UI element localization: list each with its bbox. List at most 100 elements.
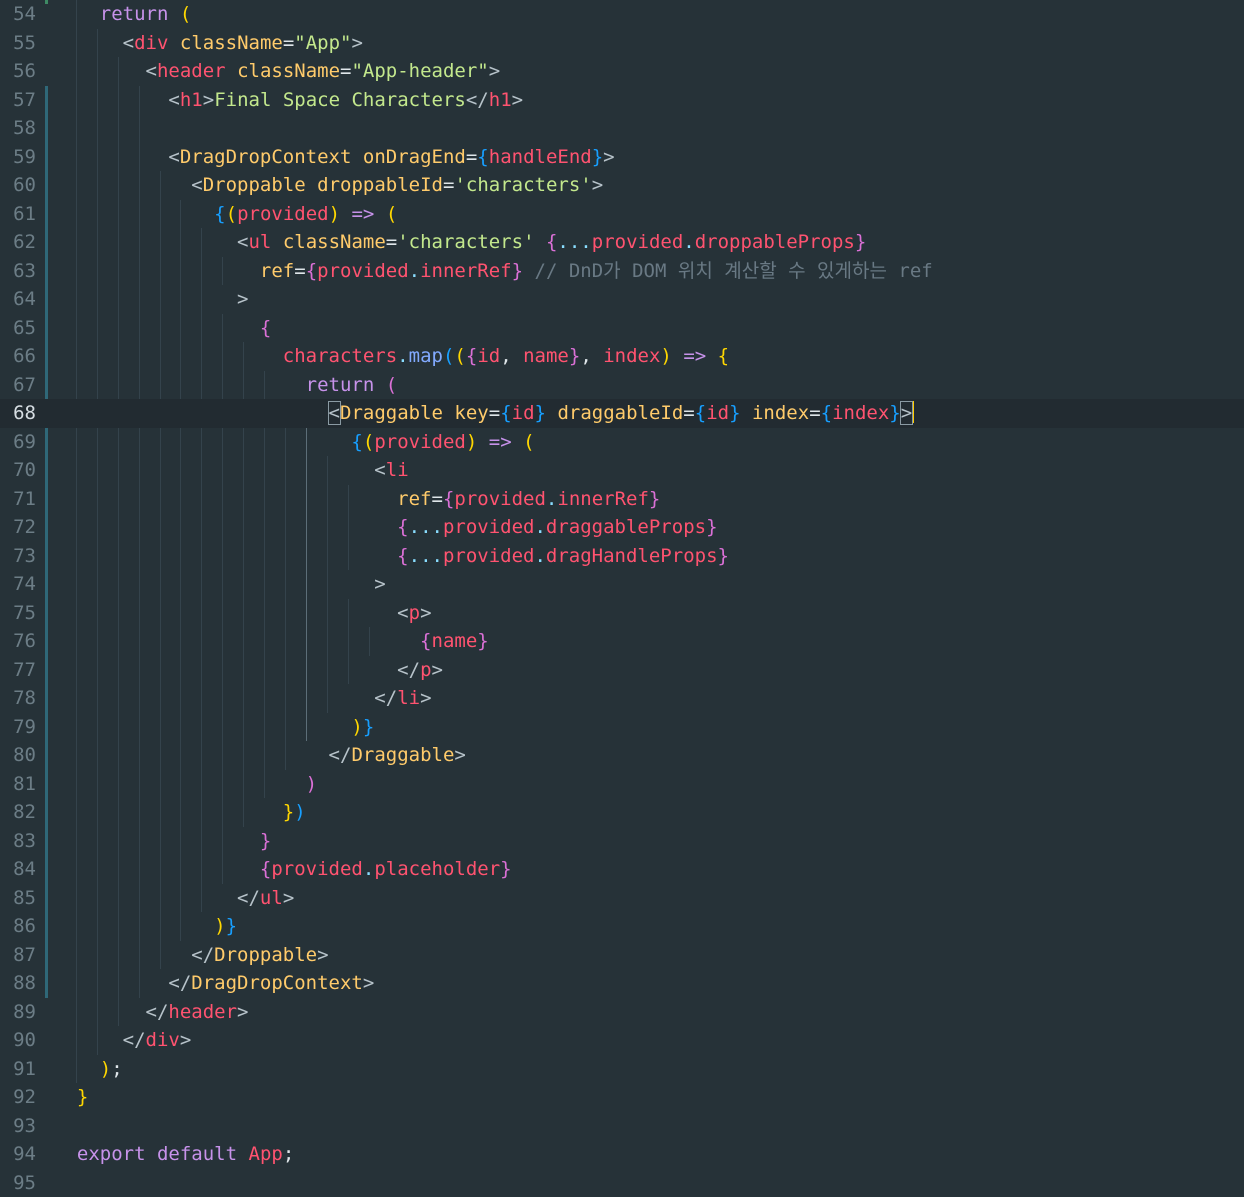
code-token bbox=[54, 830, 260, 852]
code-token: < bbox=[329, 402, 340, 424]
line-number: 79 bbox=[0, 713, 36, 742]
code-line[interactable]: 95 bbox=[0, 1169, 1244, 1197]
code-line[interactable]: 84 {provided.placeholder} bbox=[0, 855, 1244, 884]
code-token: = bbox=[466, 146, 477, 168]
line-number: 90 bbox=[0, 1026, 36, 1055]
code-token: return bbox=[54, 3, 180, 25]
code-token bbox=[146, 1143, 157, 1165]
code-line[interactable]: 62 <ul className='characters' {...provid… bbox=[0, 228, 1244, 257]
code-line[interactable]: 81 ) bbox=[0, 770, 1244, 799]
code-token: { bbox=[397, 545, 408, 567]
code-token bbox=[535, 231, 546, 253]
code-token: < bbox=[397, 602, 408, 624]
code-token: { bbox=[466, 345, 477, 367]
code-token: > bbox=[180, 1029, 191, 1051]
code-token: { bbox=[260, 317, 271, 339]
code-token: </ bbox=[329, 744, 352, 766]
code-token: } bbox=[889, 402, 900, 424]
code-line[interactable]: 79 )} bbox=[0, 713, 1244, 742]
code-token bbox=[54, 260, 260, 282]
code-token: { bbox=[718, 345, 729, 367]
code-token bbox=[306, 174, 317, 196]
code-token: > bbox=[489, 60, 500, 82]
code-line[interactable]: 87 </Droppable> bbox=[0, 941, 1244, 970]
code-line[interactable]: 83 } bbox=[0, 827, 1244, 856]
code-token: > bbox=[374, 573, 385, 595]
code-token: header bbox=[157, 60, 226, 82]
code-line[interactable]: 76 {name} bbox=[0, 627, 1244, 656]
code-token: </ bbox=[397, 659, 420, 681]
code-token bbox=[54, 1001, 146, 1023]
code-token: provided bbox=[317, 260, 409, 282]
code-token: , bbox=[580, 345, 603, 367]
line-number: 59 bbox=[0, 143, 36, 172]
code-token bbox=[54, 630, 420, 652]
line-code: <DragDropContext onDragEnd={handleEnd}> bbox=[54, 143, 615, 172]
code-token: 'characters' bbox=[397, 231, 534, 253]
code-line[interactable]: 56 <header className="App-header"> bbox=[0, 57, 1244, 86]
line-code: </Draggable> bbox=[54, 741, 466, 770]
line-code: {provided.placeholder} bbox=[54, 855, 512, 884]
code-token bbox=[54, 1143, 77, 1165]
code-token: provided bbox=[443, 545, 535, 567]
line-code: </ul> bbox=[54, 884, 294, 913]
code-line[interactable]: 90 </div> bbox=[0, 1026, 1244, 1055]
code-line[interactable]: 60 <Droppable droppableId='characters'> bbox=[0, 171, 1244, 200]
code-line[interactable]: 68 <Draggable key={id} draggableId={id} … bbox=[0, 399, 1244, 428]
code-line[interactable]: 59 <DragDropContext onDragEnd={handleEnd… bbox=[0, 143, 1244, 172]
code-token: > bbox=[603, 146, 614, 168]
code-line[interactable]: 80 </Draggable> bbox=[0, 741, 1244, 770]
code-token bbox=[54, 32, 123, 54]
code-token: ) bbox=[294, 801, 305, 823]
code-line[interactable]: 78 </li> bbox=[0, 684, 1244, 713]
code-line[interactable]: 77 </p> bbox=[0, 656, 1244, 685]
code-line[interactable]: 67 return ( bbox=[0, 371, 1244, 400]
code-line[interactable]: 63 ref={provided.innerRef} // DnD가 DOM 위… bbox=[0, 257, 1244, 286]
code-line[interactable]: 75 <p> bbox=[0, 599, 1244, 628]
code-line[interactable]: 73 {...provided.dragHandleProps} bbox=[0, 542, 1244, 571]
code-line[interactable]: 93 bbox=[0, 1112, 1244, 1141]
code-line[interactable]: 94 export default App; bbox=[0, 1140, 1244, 1169]
line-number: 64 bbox=[0, 285, 36, 314]
code-token bbox=[477, 431, 488, 453]
code-token bbox=[54, 459, 374, 481]
code-line[interactable]: 71 ref={provided.innerRef} bbox=[0, 485, 1244, 514]
code-line[interactable]: 54 return ( bbox=[0, 0, 1244, 29]
code-line[interactable]: 88 </DragDropContext> bbox=[0, 969, 1244, 998]
code-line[interactable]: 66 characters.map(({id, name}, index) =>… bbox=[0, 342, 1244, 371]
line-number: 68 bbox=[0, 399, 36, 428]
code-line[interactable]: 69 {(provided) => ( bbox=[0, 428, 1244, 457]
line-code: <header className="App-header"> bbox=[54, 57, 500, 86]
line-number: 91 bbox=[0, 1055, 36, 1084]
code-line[interactable]: 58 bbox=[0, 114, 1244, 143]
code-line[interactable]: 70 <li bbox=[0, 456, 1244, 485]
code-line[interactable]: 61 {(provided) => ( bbox=[0, 200, 1244, 229]
code-line[interactable]: 74 > bbox=[0, 570, 1244, 599]
code-line[interactable]: 86 )} bbox=[0, 912, 1244, 941]
code-line[interactable]: 55 <div className="App"> bbox=[0, 29, 1244, 58]
code-line[interactable]: 89 </header> bbox=[0, 998, 1244, 1027]
line-number: 67 bbox=[0, 371, 36, 400]
line-number: 70 bbox=[0, 456, 36, 485]
code-line[interactable]: 64 > bbox=[0, 285, 1244, 314]
code-line[interactable]: 85 </ul> bbox=[0, 884, 1244, 913]
code-token: } bbox=[855, 231, 866, 253]
code-token: ( bbox=[180, 3, 191, 25]
code-line[interactable]: 72 {...provided.draggableProps} bbox=[0, 513, 1244, 542]
text-cursor bbox=[912, 401, 914, 423]
code-line[interactable]: 82 }) bbox=[0, 798, 1244, 827]
code-line[interactable]: 65 { bbox=[0, 314, 1244, 343]
line-number: 75 bbox=[0, 599, 36, 628]
code-token: ref bbox=[260, 260, 294, 282]
code-editor[interactable]: 54 return (55 <div className="App">56 <h… bbox=[0, 0, 1244, 1176]
code-line[interactable]: 91 ); bbox=[0, 1055, 1244, 1084]
code-token: ... bbox=[409, 516, 443, 538]
code-token: dragHandleProps bbox=[546, 545, 718, 567]
code-token: index bbox=[603, 345, 660, 367]
code-token bbox=[443, 402, 454, 424]
code-token: characters bbox=[283, 345, 397, 367]
code-line[interactable]: 92 } bbox=[0, 1083, 1244, 1112]
line-number: 94 bbox=[0, 1140, 36, 1169]
code-token: ... bbox=[557, 231, 591, 253]
code-line[interactable]: 57 <h1>Final Space Characters</h1> bbox=[0, 86, 1244, 115]
